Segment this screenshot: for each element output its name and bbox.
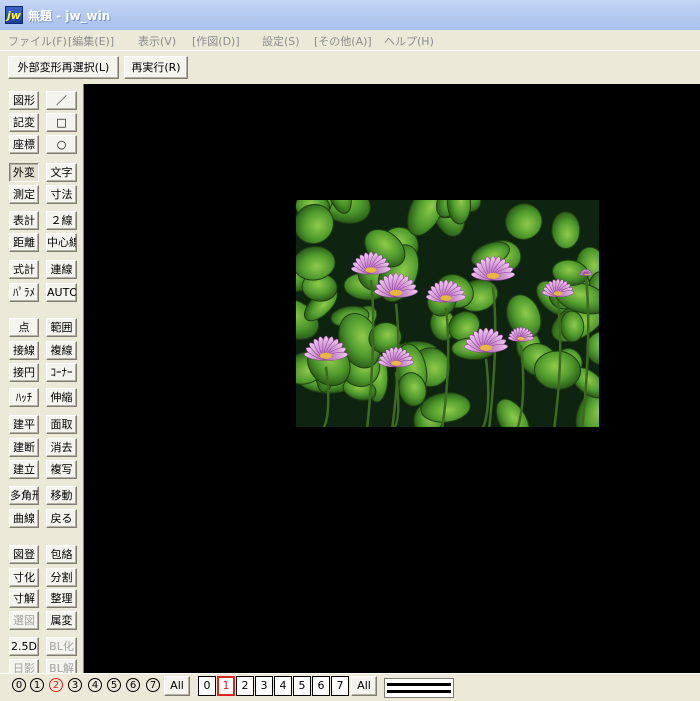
layer-group-1-button[interactable]: 1 xyxy=(28,676,46,696)
layer-0-button[interactable]: 0 xyxy=(198,676,216,696)
tool-left-7[interactable]: 式計 xyxy=(9,260,39,279)
layer-group-all-button[interactable]: All xyxy=(164,676,190,696)
menu-edit[interactable]: [編集(E)] xyxy=(68,33,114,49)
layer-group-label: 7 xyxy=(146,678,160,692)
tool-right-7[interactable]: 連線 xyxy=(46,260,77,279)
menu-settings[interactable]: 設定(S) xyxy=(262,33,300,49)
water-lily-image xyxy=(296,200,599,427)
layer-all-button[interactable]: All xyxy=(351,676,377,696)
lily-pad xyxy=(551,211,581,249)
layer-group-label: 4 xyxy=(88,678,102,692)
tool-left-17[interactable]: 曲線 xyxy=(9,509,39,528)
line-type-preview[interactable] xyxy=(384,678,454,698)
tool-right-2[interactable]: ○ xyxy=(46,135,77,154)
menu-view[interactable]: 表示(V) xyxy=(138,33,176,49)
layer-group-label: 0 xyxy=(12,678,26,692)
layer-4-button[interactable]: 4 xyxy=(274,676,292,696)
tool-left-2[interactable]: 座標 xyxy=(9,135,39,154)
layer-group-label: 1 xyxy=(30,678,44,692)
menu-file[interactable]: ファイル(F) xyxy=(8,33,67,49)
tool-right-9[interactable]: 範囲 xyxy=(46,318,77,337)
tool-right-8[interactable]: AUTO xyxy=(46,283,77,302)
tool-right-5[interactable]: ２線 xyxy=(46,211,77,230)
toolbar: 外部変形再選択(L) 再実行(R) xyxy=(0,50,700,85)
tool-left-19[interactable]: 寸化 xyxy=(9,568,39,587)
tool-left-20[interactable]: 寸解 xyxy=(9,589,39,608)
tool-right-12[interactable]: 伸縮 xyxy=(46,388,77,407)
tool-left-1[interactable]: 記変 xyxy=(9,113,39,132)
drawing-canvas[interactable] xyxy=(83,84,700,673)
layer-2-button[interactable]: 2 xyxy=(236,676,254,696)
menu-bar: ファイル(F) [編集(E)] 表示(V) [作図(D)] 設定(S) [その他… xyxy=(0,30,700,50)
layer-1-button[interactable]: 1 xyxy=(217,676,235,696)
tool-left-3[interactable]: 外変 xyxy=(9,163,39,182)
menu-help[interactable]: ヘルプ(H) xyxy=(384,33,434,49)
tool-left-9[interactable]: 点 xyxy=(9,318,39,337)
tool-right-1[interactable]: □ xyxy=(46,113,77,132)
tool-right-20[interactable]: 整理 xyxy=(46,589,77,608)
layer-group-4-button[interactable]: 4 xyxy=(86,676,104,696)
tool-left-12[interactable]: ﾊｯﾁ xyxy=(9,388,39,407)
tool-left-22[interactable]: 2.5D xyxy=(9,637,39,656)
layer-group-0-button[interactable]: 0 xyxy=(10,676,28,696)
tool-left-6[interactable]: 距離 xyxy=(9,233,39,252)
tool-right-16[interactable]: 移動 xyxy=(46,486,77,505)
layer-group-label: 5 xyxy=(107,678,121,692)
tool-right-17[interactable]: 戻る xyxy=(46,509,77,528)
menu-draw[interactable]: [作図(D)] xyxy=(192,33,240,49)
jw-app-icon[interactable]: jw xyxy=(5,6,23,24)
tool-left-13[interactable]: 建平 xyxy=(9,415,39,434)
tool-right-22[interactable]: BL化 xyxy=(46,637,77,656)
tool-right-21[interactable]: 属変 xyxy=(46,611,77,630)
tool-right-4[interactable]: 寸法 xyxy=(46,185,77,204)
tool-right-10[interactable]: 複線 xyxy=(46,341,77,360)
tool-right-3[interactable]: 文字 xyxy=(46,163,77,182)
tool-left-0[interactable]: 図形 xyxy=(9,91,39,110)
tool-right-15[interactable]: 複写 xyxy=(46,460,77,479)
tool-left-18[interactable]: 図登 xyxy=(9,545,39,564)
tool-right-18[interactable]: 包絡 xyxy=(46,545,77,564)
water-lily-photo[interactable] xyxy=(296,200,599,427)
rerun-button[interactable]: 再実行(R) xyxy=(124,56,188,79)
tool-left-16[interactable]: 多角形 xyxy=(9,486,39,505)
tool-left-8[interactable]: ﾊﾟﾗﾒ xyxy=(9,283,39,302)
tool-left-10[interactable]: 接線 xyxy=(9,341,39,360)
layer-group-3-button[interactable]: 3 xyxy=(66,676,84,696)
tool-left-14[interactable]: 建断 xyxy=(9,438,39,457)
tool-left-15[interactable]: 建立 xyxy=(9,460,39,479)
layer-group-6-button[interactable]: 6 xyxy=(124,676,142,696)
title-bar: jw 無題 - jw_win xyxy=(0,0,700,30)
tool-palette: 図形 ／ 記変 □ 座標 ○ 外変 文字 測定 寸法 表計 ２線 距離 中心線 式計 連線 ﾊﾟﾗﾒ AUTO 点範… xyxy=(0,84,83,678)
tool-left-21[interactable]: 選図 xyxy=(9,611,39,630)
layer-6-button[interactable]: 6 xyxy=(312,676,330,696)
layer-group-5-button[interactable]: 5 xyxy=(105,676,123,696)
tool-right-0[interactable]: ／ xyxy=(46,91,77,110)
menu-other[interactable]: [その他(A)] xyxy=(314,33,372,49)
tool-left-4[interactable]: 測定 xyxy=(9,185,39,204)
tool-right-19[interactable]: 分割 xyxy=(46,568,77,587)
layer-5-button[interactable]: 5 xyxy=(293,676,311,696)
tool-left-5[interactable]: 表計 xyxy=(9,211,39,230)
layer-group-7-button[interactable]: 7 xyxy=(144,676,162,696)
tool-left-11[interactable]: 接円 xyxy=(9,363,39,382)
layer-group-label: 6 xyxy=(126,678,140,692)
layer-group-2-button[interactable]: 2 xyxy=(47,676,65,696)
layer-group-label: 3 xyxy=(68,678,82,692)
tool-right-6[interactable]: 中心線 xyxy=(46,233,77,252)
layer-group-label: 2 xyxy=(49,678,63,692)
tool-right-11[interactable]: ｺｰﾅｰ xyxy=(46,363,77,382)
window-title: 無題 - jw_win xyxy=(28,9,111,23)
layer-7-button[interactable]: 7 xyxy=(331,676,349,696)
tool-right-14[interactable]: 消去 xyxy=(46,438,77,457)
layer-3-button[interactable]: 3 xyxy=(255,676,273,696)
tool-right-13[interactable]: 面取 xyxy=(46,415,77,434)
reselect-external-transform-button[interactable]: 外部変形再選択(L) xyxy=(8,56,119,79)
